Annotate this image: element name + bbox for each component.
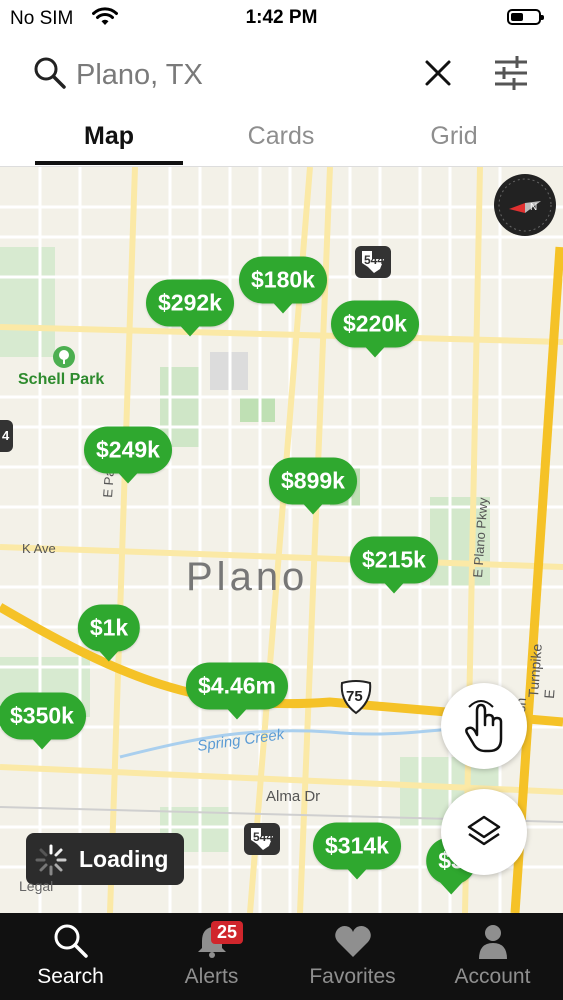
tab-map[interactable]: Map: [35, 122, 183, 151]
road-shield-icon: 4: [0, 419, 14, 453]
price-pin[interactable]: $350k: [0, 692, 86, 750]
price-pin[interactable]: $1k: [77, 604, 141, 662]
tabbar-item-account[interactable]: Account: [422, 913, 563, 1000]
price-pin[interactable]: $4.46m: [185, 662, 289, 720]
battery-icon: [507, 9, 544, 25]
search-bar: [0, 36, 563, 114]
price-pin[interactable]: $220k: [331, 300, 419, 358]
price-pin[interactable]: $249k: [84, 426, 172, 484]
bottom-tab-bar: Search Alerts 25 Favorites Account: [0, 913, 563, 1000]
search-input[interactable]: [76, 55, 396, 95]
road-shield-label: 75: [346, 688, 363, 705]
tabbar-label: Account: [454, 965, 531, 988]
us-highway-shield-icon: 75: [338, 679, 374, 715]
price-pin[interactable]: $215k: [350, 536, 438, 594]
road-shield-label: 544: [253, 830, 274, 844]
person-icon: [478, 925, 507, 959]
filter-sliders-icon[interactable]: [492, 54, 530, 92]
legal-link[interactable]: Legal: [19, 878, 53, 894]
tab-cards[interactable]: Cards: [207, 122, 355, 151]
close-icon[interactable]: [423, 58, 453, 88]
draw-area-button[interactable]: [441, 683, 527, 769]
hand-pointer-icon: [465, 700, 503, 753]
clock: 1:42 PM: [245, 7, 318, 28]
map-layers-button[interactable]: [441, 789, 527, 875]
park-label: Schell Park: [18, 371, 105, 388]
active-tab-indicator: [35, 161, 183, 165]
svg-text:N: N: [530, 202, 537, 213]
city-label: Plano: [186, 555, 309, 599]
status-bar: No SIM 1:42 PM: [0, 0, 563, 36]
search-icon: [34, 57, 66, 89]
tab-grid[interactable]: Grid: [380, 122, 528, 151]
street-label: K Ave: [22, 541, 56, 556]
tabbar-item-favorites[interactable]: Favorites: [282, 913, 423, 1000]
tabbar-label: Favorites: [309, 965, 396, 988]
street-label: Alma Dr: [266, 788, 321, 805]
map-view[interactable]: Plano Schell Park K Ave E Park Blvd E Pl…: [0, 167, 563, 913]
price-pin[interactable]: $899k: [269, 457, 357, 515]
tabbar-label: Alerts: [184, 965, 239, 988]
alerts-count-badge: 25: [211, 921, 244, 944]
compass-icon[interactable]: N: [493, 173, 557, 237]
price-pin[interactable]: $180k: [239, 256, 327, 314]
price-pin[interactable]: $314k: [313, 822, 401, 880]
road-shield-label: 544: [364, 253, 385, 267]
heart-icon: [334, 926, 371, 957]
road-shield-label: 4: [2, 428, 10, 443]
road-shield-icon: 544: [243, 822, 281, 856]
tabbar-item-search[interactable]: Search: [0, 913, 141, 1000]
search-icon: [54, 924, 88, 958]
loading-label: Loading: [79, 846, 169, 872]
layers-icon: [467, 815, 501, 846]
view-tabs: Map Cards Grid: [0, 114, 563, 167]
park-tree-icon: [53, 346, 75, 368]
price-pin[interactable]: $292k: [146, 279, 234, 337]
tabbar-label: Search: [37, 965, 104, 988]
road-shield-icon: 544: [354, 245, 392, 279]
street-label: Turnpike E: [525, 643, 558, 700]
spinner-icon: [35, 844, 67, 876]
